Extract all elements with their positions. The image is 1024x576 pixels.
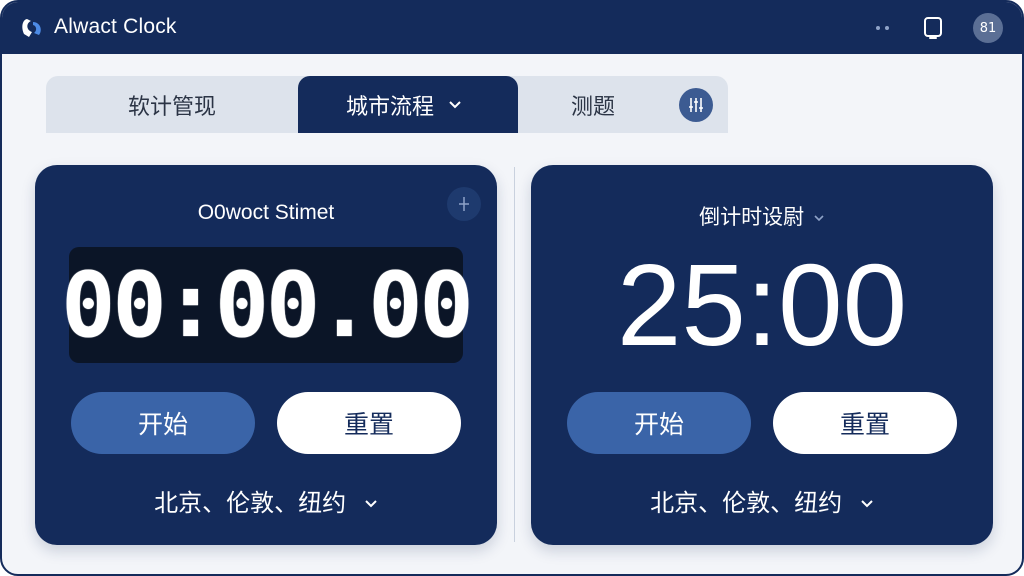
tab-world-clock[interactable]: 城市流程 <box>298 76 518 133</box>
more-dots-icon[interactable] <box>870 18 894 38</box>
reset-button[interactable]: 重置 <box>773 392 957 454</box>
chevron-down-icon <box>814 215 824 222</box>
tab-label: 城市流程 <box>345 94 434 120</box>
tablet-icon[interactable] <box>920 15 946 41</box>
tab-label: 软计管现 <box>127 94 216 120</box>
tab-test[interactable]: 测题 <box>518 76 668 133</box>
chevron-down-icon <box>449 100 461 108</box>
tab-bar: 软计管现 城市流程 测题 <box>46 76 728 133</box>
start-button[interactable]: 开始 <box>567 392 751 454</box>
sliders-glyph <box>689 98 703 112</box>
city-list: 北京、伦敦、纽约 <box>154 489 347 517</box>
city-selector[interactable]: 北京、伦敦、纽约 <box>35 483 497 518</box>
app-title: Alwact Clock <box>54 15 177 38</box>
countdown-card: 倒计时设尉 25:00 开始 重置 北京、伦敦、纽约 <box>531 165 993 545</box>
sliders-icon[interactable] <box>679 88 713 122</box>
city-list: 北京、伦敦、纽约 <box>650 489 843 517</box>
app-logo-icon <box>22 19 41 37</box>
stopwatch-card: O0woct Stimet 00:00.00 开始 重置 北京、伦敦、纽约 <box>35 165 497 545</box>
chevron-down-icon <box>861 500 873 508</box>
pin-glyph <box>459 197 469 211</box>
avatar[interactable]: 81 <box>973 13 1003 43</box>
pin-icon[interactable] <box>447 187 481 221</box>
card-title-row[interactable]: 倒计时设尉 <box>531 201 993 231</box>
title-bar: Alwact Clock 81 <box>2 2 1022 54</box>
start-button[interactable]: 开始 <box>71 392 255 454</box>
countdown-time: 25:00 <box>616 240 908 370</box>
reset-button[interactable]: 重置 <box>277 392 461 454</box>
city-selector[interactable]: 北京、伦敦、纽约 <box>531 483 993 518</box>
card-title: O0woct Stimet <box>197 201 335 224</box>
stopwatch-time: 00:00.00 <box>61 252 473 358</box>
card-title: 倒计时设尉 <box>699 205 805 229</box>
tab-timer-view[interactable]: 软计管现 <box>46 76 298 133</box>
chevron-down-icon <box>365 500 377 508</box>
app-window: Alwact Clock 81 软计管现 城市流程 测题 O0woct Stim… <box>0 0 1024 576</box>
panel-divider <box>514 167 515 542</box>
stopwatch-display: 00:00.00 <box>61 247 474 363</box>
tab-label: 测题 <box>570 94 615 120</box>
